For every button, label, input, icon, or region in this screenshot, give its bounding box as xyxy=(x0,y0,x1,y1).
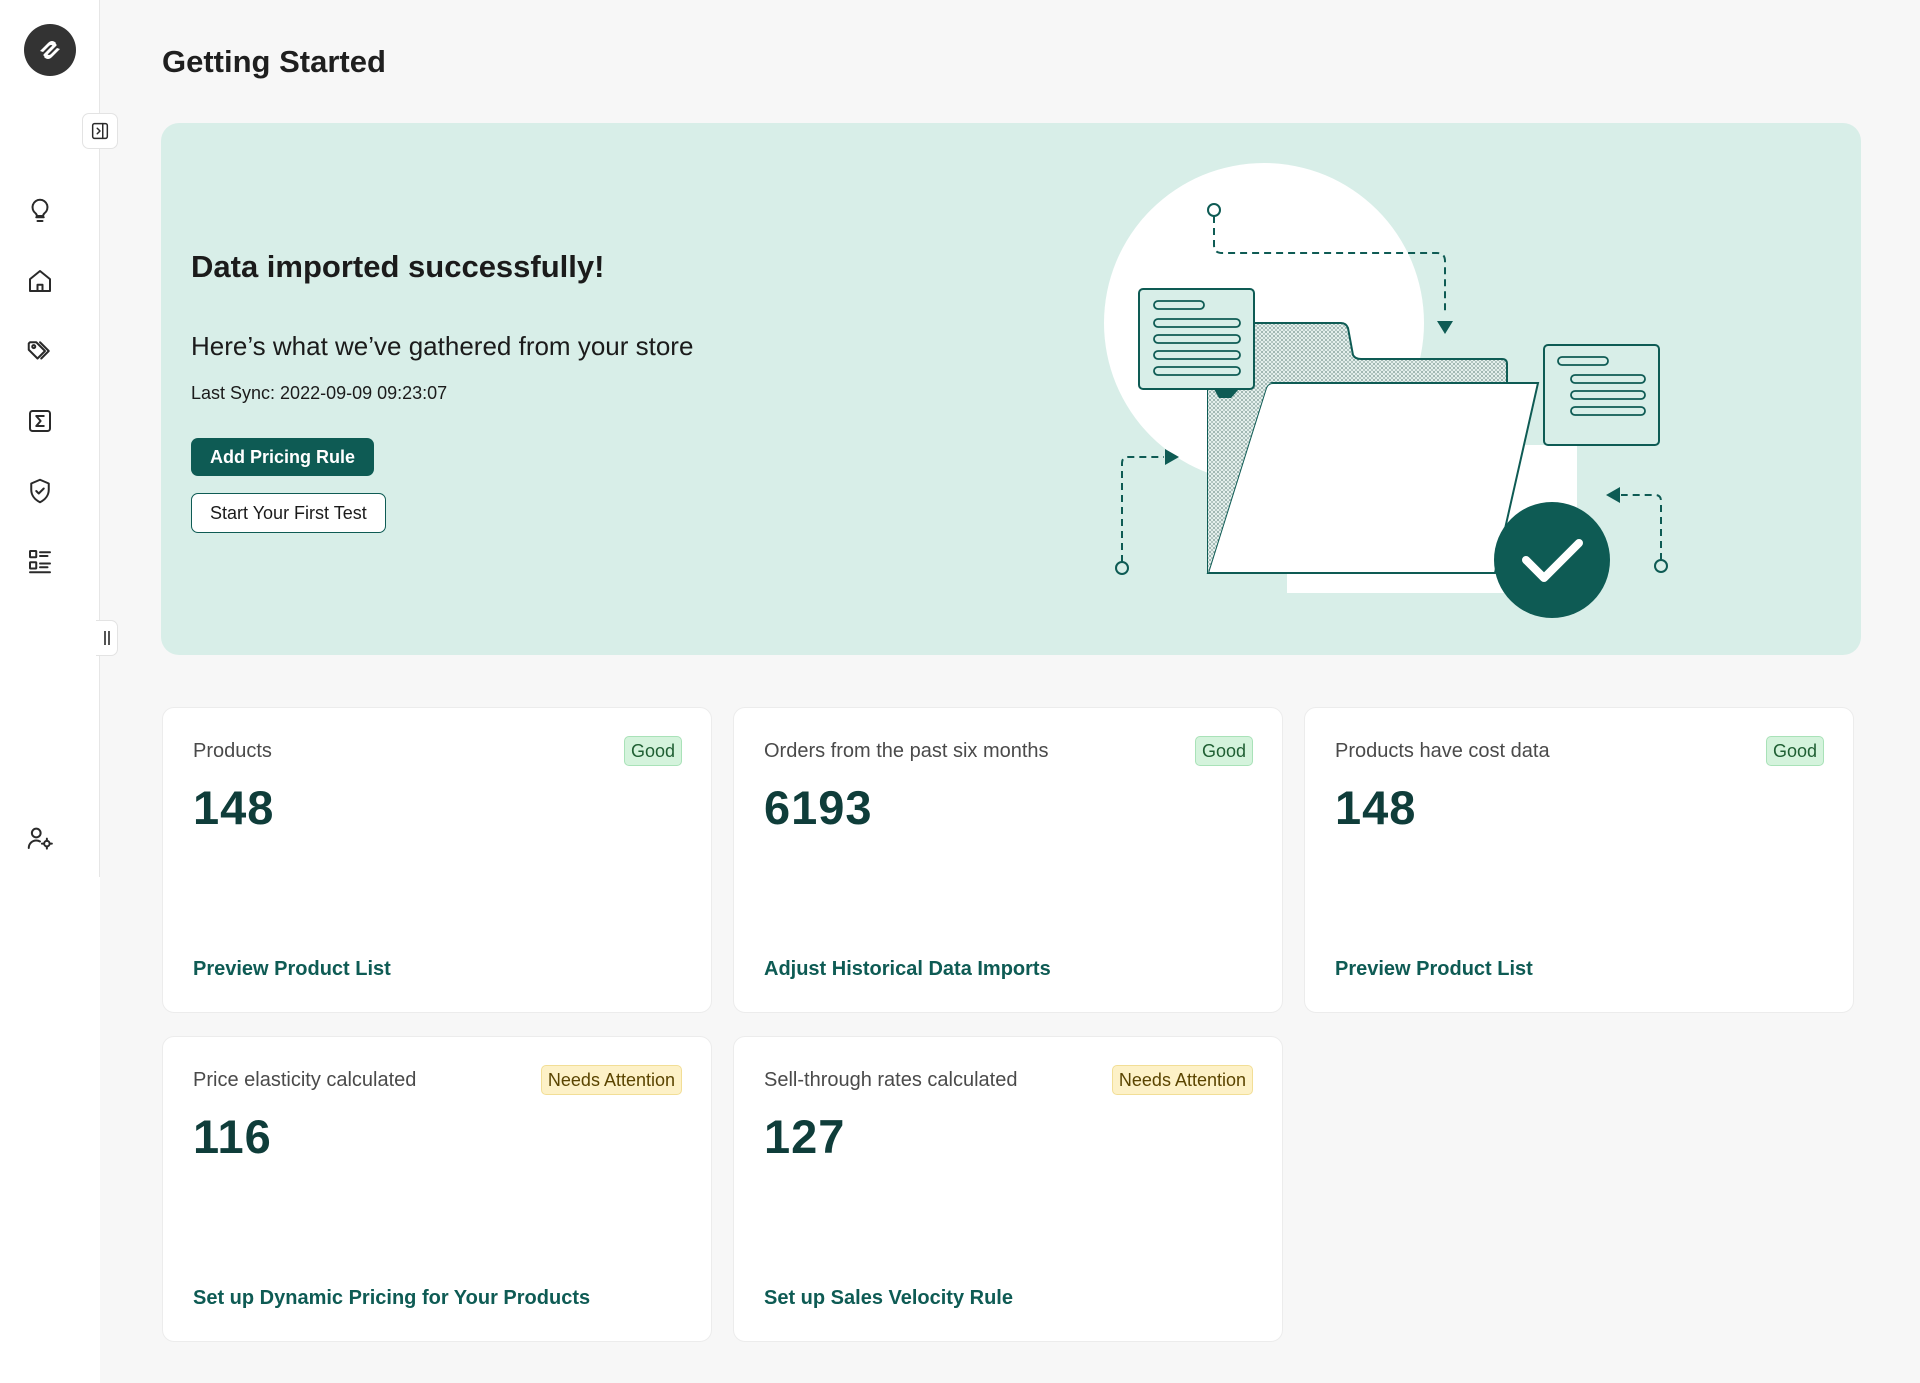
shield-check-icon xyxy=(30,478,50,504)
sidebar-item-account[interactable] xyxy=(20,818,60,858)
card-value: 127 xyxy=(764,1110,846,1163)
stat-card-cost-data: Products have cost data Good 148 Preview… xyxy=(1304,707,1854,1013)
card-value: 148 xyxy=(193,781,275,834)
start-first-test-button[interactable]: Start Your First Test xyxy=(191,493,386,533)
sidebar-item-protection[interactable] xyxy=(20,471,60,511)
user-settings-icon xyxy=(27,827,53,850)
card-value: 6193 xyxy=(764,781,873,834)
setup-sales-velocity-link[interactable]: Set up Sales Velocity Rule xyxy=(764,1287,1013,1310)
logo-mark-icon xyxy=(40,41,60,59)
lightbulb-icon xyxy=(31,198,49,222)
sidebar-item-list[interactable] xyxy=(20,541,60,581)
sidebar-item-formulas[interactable] xyxy=(20,401,60,441)
preview-product-list-link[interactable]: Preview Product List xyxy=(1335,958,1533,981)
drag-handle-icon xyxy=(103,631,110,645)
card-value: 116 xyxy=(193,1110,272,1163)
sidebar-item-pricing[interactable] xyxy=(20,331,60,371)
list-icon xyxy=(29,550,51,574)
status-badge: Good xyxy=(1194,736,1253,766)
sidebar-resize-handle[interactable] xyxy=(96,620,118,656)
setup-dynamic-pricing-link[interactable]: Set up Dynamic Pricing for Your Products xyxy=(193,1287,590,1310)
card-value: 148 xyxy=(1335,781,1417,834)
card-label: Products have cost data xyxy=(1335,740,1550,762)
last-sync-text: Last Sync: 2022-09-09 09:23:07 xyxy=(191,383,448,403)
preview-product-list-link[interactable]: Preview Product List xyxy=(193,958,391,981)
stat-card-products: Products Good 148 Preview Product List xyxy=(162,707,712,1013)
banner-subheading: Here’s what we’ve gathered from your sto… xyxy=(191,331,694,361)
card-label: Price elasticity calculated xyxy=(193,1069,417,1091)
home-icon xyxy=(29,270,51,292)
sidebar-collapse-button[interactable] xyxy=(82,113,118,149)
stat-card-orders: Orders from the past six months Good 619… xyxy=(733,707,1283,1013)
app-logo[interactable] xyxy=(24,24,76,76)
import-success-banner: Data imported successfully! Here’s what … xyxy=(161,123,1861,655)
adjust-historical-imports-link[interactable]: Adjust Historical Data Imports xyxy=(764,958,1051,981)
folder-success-illustration xyxy=(1104,163,1668,618)
card-label: Sell-through rates calculated xyxy=(764,1069,1018,1091)
card-label: Products xyxy=(193,740,272,762)
status-badge: Needs Attention xyxy=(540,1065,682,1095)
add-pricing-rule-button[interactable]: Add Pricing Rule xyxy=(191,438,375,476)
card-label: Orders from the past six months xyxy=(764,740,1049,762)
status-badge: Good xyxy=(623,736,682,766)
status-badge: Needs Attention xyxy=(1111,1065,1253,1095)
sigma-icon xyxy=(29,410,51,432)
page-title: Getting Started xyxy=(162,44,386,79)
tags-icon xyxy=(27,341,50,360)
sidebar-item-home[interactable] xyxy=(20,261,60,301)
sidebar-footer-area xyxy=(0,877,100,1383)
stat-card-sell-through: Sell-through rates calculated Needs Atte… xyxy=(733,1036,1283,1342)
stat-card-price-elasticity: Price elasticity calculated Needs Attent… xyxy=(162,1036,712,1342)
status-badge: Good xyxy=(1765,736,1824,766)
banner-heading: Data imported successfully! xyxy=(191,249,605,284)
sidebar-item-tips[interactable] xyxy=(20,191,60,231)
sidebar-collapse-icon xyxy=(91,122,109,140)
